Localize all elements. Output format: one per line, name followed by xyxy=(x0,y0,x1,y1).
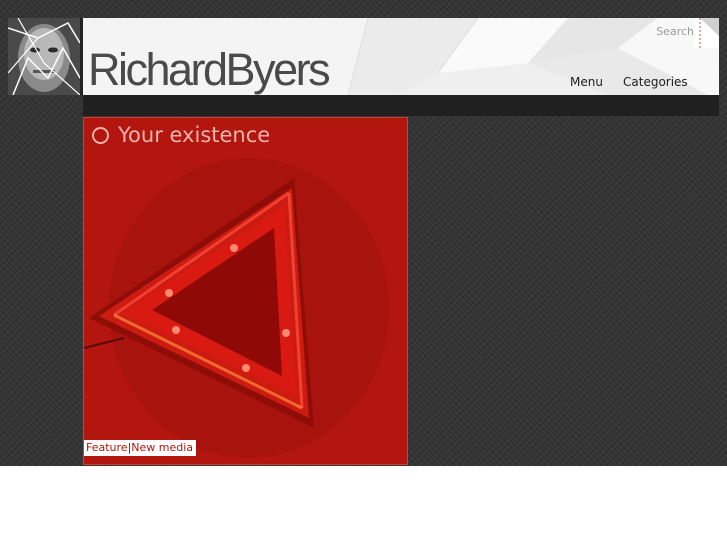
tag-feature[interactable]: Feature xyxy=(86,441,128,454)
circle-icon xyxy=(92,126,109,144)
post-card[interactable]: Your existence Feature|New media xyxy=(83,117,408,465)
page-curl-icon xyxy=(694,18,719,48)
nav-menu-link[interactable]: Menu xyxy=(570,75,603,89)
post-title[interactable]: Your existence xyxy=(92,123,270,147)
search-input[interactable] xyxy=(630,24,694,39)
site-logo[interactable]: RichardByers xyxy=(88,43,331,95)
avatar[interactable] xyxy=(8,18,80,95)
tag-new-media[interactable]: New media xyxy=(131,441,193,454)
site-header: RichardByers Menu Categories xyxy=(8,18,719,95)
header-strip xyxy=(83,95,719,116)
avatar-divider xyxy=(80,18,83,95)
post-image xyxy=(84,118,407,464)
post-tags: Feature|New media xyxy=(84,440,197,456)
nav-categories-link[interactable]: Categories xyxy=(623,75,688,89)
post-title-text: Your existence xyxy=(118,123,271,147)
avatar-portrait xyxy=(8,18,80,95)
